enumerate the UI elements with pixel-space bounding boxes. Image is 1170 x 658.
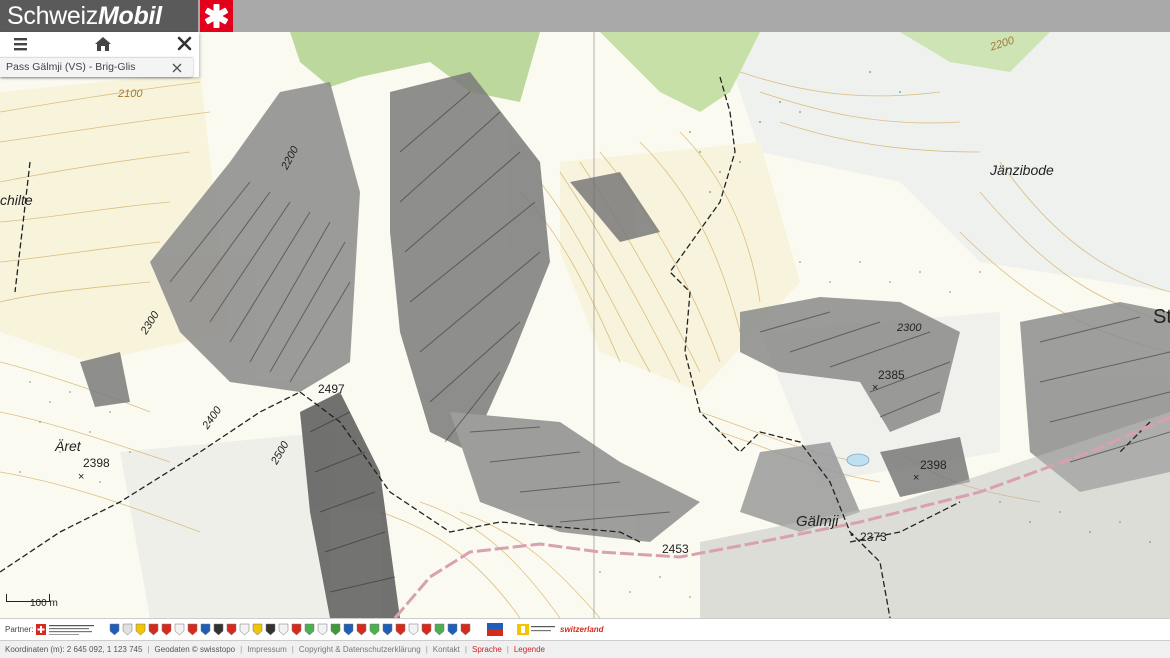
footer-separator: |	[425, 645, 428, 654]
map-background	[0, 32, 1170, 618]
swiss-confederation-logo[interactable]	[36, 623, 96, 636]
logo-prefix: Schweiz	[7, 1, 98, 30]
imprint-link[interactable]: Impressum	[247, 645, 287, 654]
menu-button[interactable]	[11, 34, 33, 54]
partner-foundation-logo[interactable]	[517, 623, 557, 636]
footer-separator: |	[291, 645, 294, 654]
spot-height-marker: •	[850, 529, 854, 541]
close-icon	[172, 63, 182, 73]
asterisk-cross-icon	[204, 4, 229, 28]
spot-height-2373: 2373	[860, 530, 887, 544]
route-item[interactable]: Pass Gälmji (VS) - Brig-Glis	[0, 57, 193, 77]
place-name-chilte: chilte	[0, 192, 33, 208]
legend-link[interactable]: Legende	[514, 645, 545, 654]
scale-bar-label: 100 m	[30, 598, 58, 609]
place-name-st: St	[1153, 306, 1170, 328]
place-name-aeret: Äret	[55, 438, 81, 454]
partners-label: Partner:	[5, 625, 34, 634]
route-close-button[interactable]	[170, 61, 184, 75]
topographic-map[interactable]: chilte Jänzibode Äret Gälmji St 2497 238…	[0, 32, 1170, 618]
close-icon	[177, 36, 192, 51]
footer-separator: |	[147, 645, 150, 654]
copyright-link[interactable]: Copyright & Datenschutzerklärung	[299, 645, 421, 654]
partner-flag-logo[interactable]	[487, 623, 503, 636]
swiss-cross-logo	[200, 0, 233, 32]
spot-height-2385: 2385	[878, 368, 905, 382]
close-panel-button[interactable]	[174, 34, 196, 54]
canton-coats-of-arms-row[interactable]	[108, 623, 478, 636]
partners-bar: Partner: switzerland	[0, 618, 1170, 640]
panel-toolbar	[0, 32, 199, 56]
hamburger-menu-icon	[14, 38, 27, 51]
logo-suffix: Mobil	[98, 1, 162, 30]
spot-height-marker: ×	[78, 471, 85, 483]
footer-bar: Koordinaten (m): 2 645 092, 1 123 745 | …	[0, 640, 1170, 658]
place-name-jaenzibode: Jänzibode	[990, 162, 1054, 178]
spot-height-2398-aeret: 2398	[83, 456, 110, 470]
footer-separator: |	[240, 645, 243, 654]
contact-link[interactable]: Kontakt	[433, 645, 460, 654]
header-bar: Schweiz Mobil	[0, 0, 1170, 32]
route-title: Pass Gälmji (VS) - Brig-Glis	[6, 61, 136, 73]
footer-separator: |	[464, 645, 467, 654]
contour-label-2300-east: 2300	[897, 322, 922, 334]
language-link[interactable]: Sprache	[472, 645, 502, 654]
home-button[interactable]	[92, 34, 114, 54]
spot-height-2398-east: 2398	[920, 458, 947, 472]
contour-label-2100: 2100	[118, 88, 143, 100]
geodata-credit: Geodaten © swisstopo	[154, 645, 236, 654]
spot-height-2497: 2497	[318, 382, 345, 396]
app-window: Schweiz Mobil chilte Jänzibode Äret Gälm…	[0, 0, 1170, 658]
coordinates-readout: Koordinaten (m): 2 645 092, 1 123 745	[5, 645, 143, 654]
place-name-gaelmji: Gälmji	[796, 513, 839, 530]
home-icon	[95, 37, 111, 51]
switzerland-tourism-logo[interactable]: switzerland	[560, 623, 604, 636]
footer-separator: |	[506, 645, 509, 654]
spot-height-marker: ×	[913, 472, 920, 484]
schweizmobil-logo[interactable]: Schweiz Mobil	[0, 0, 198, 32]
spot-height-marker: ×	[872, 382, 879, 394]
route-panel: Pass Gälmji (VS) - Brig-Glis	[0, 32, 199, 77]
spot-height-2453: 2453	[662, 542, 689, 556]
